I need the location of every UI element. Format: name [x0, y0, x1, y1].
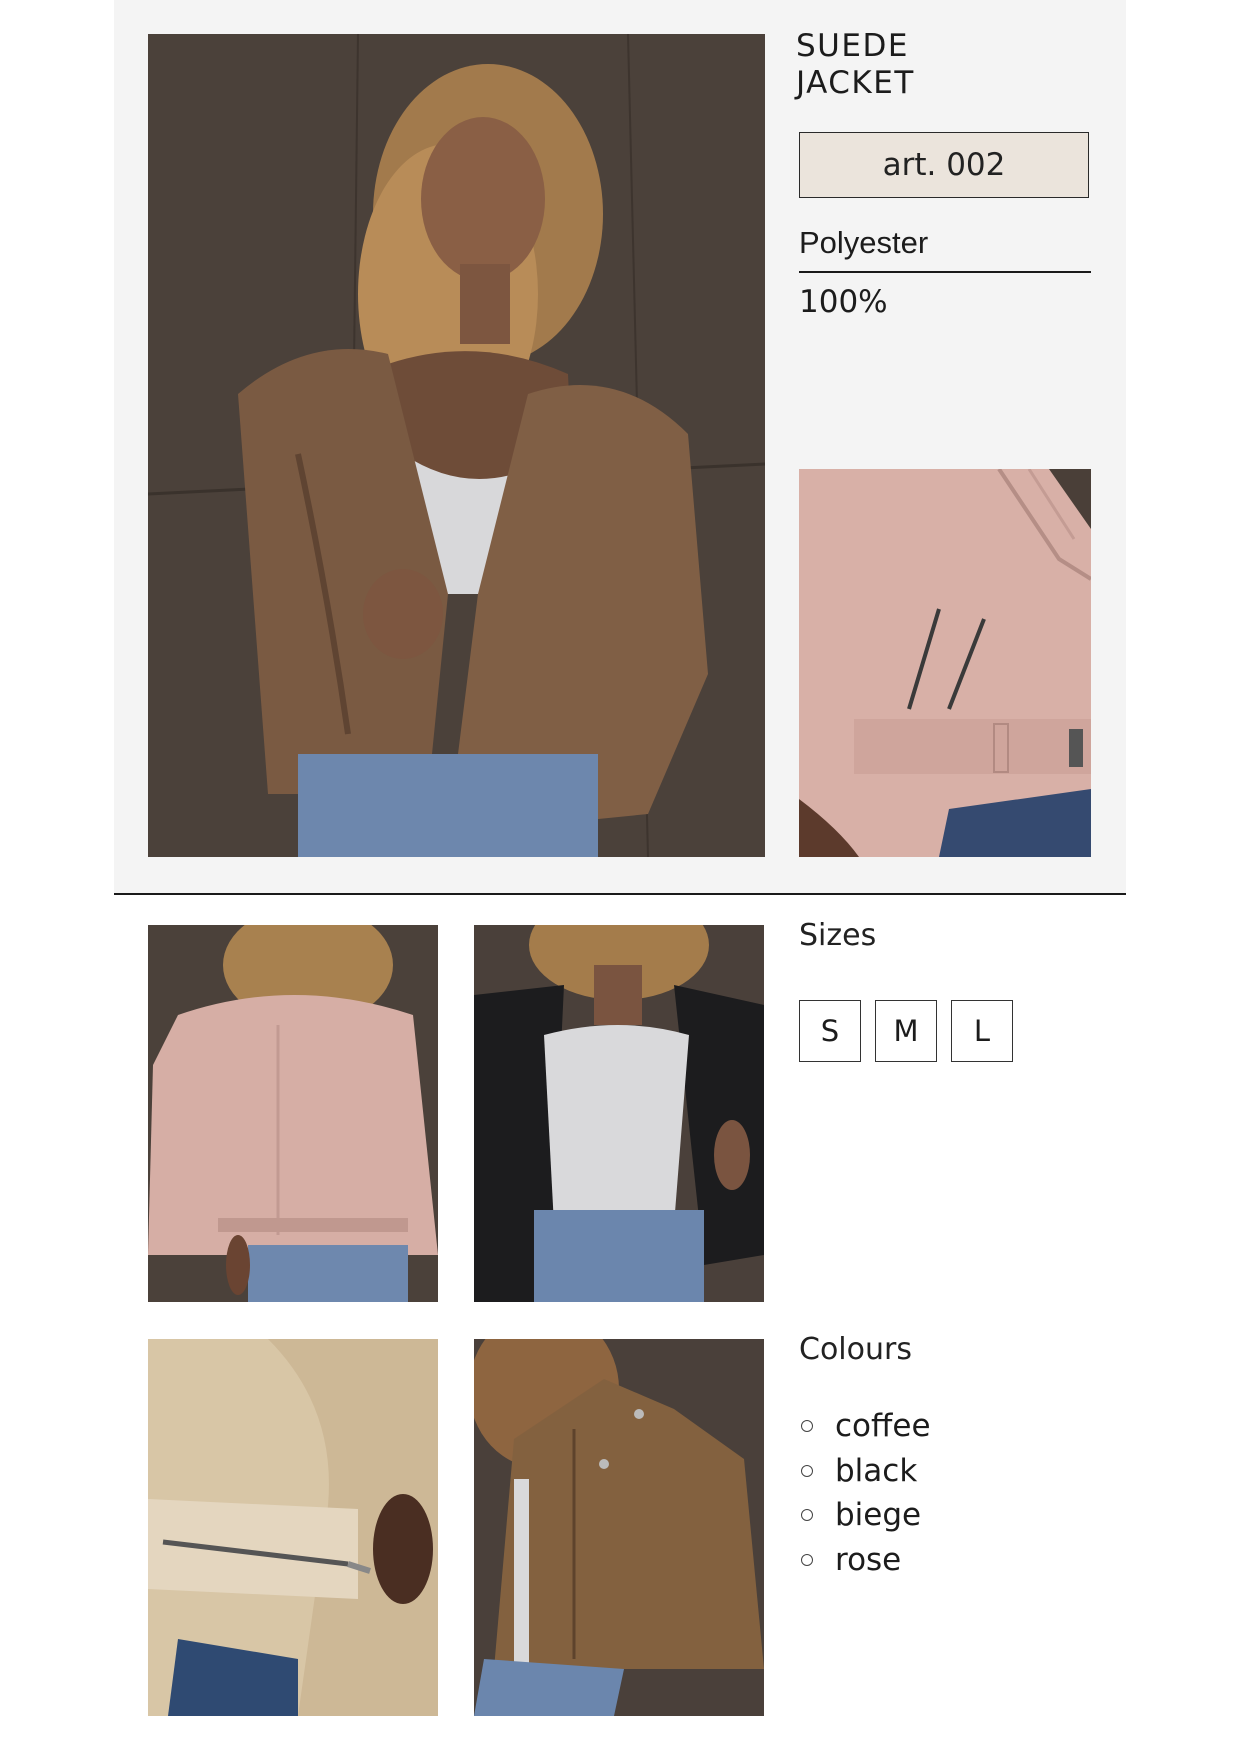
bullet-icon — [801, 1509, 813, 1522]
colour-option-label: black — [835, 1452, 918, 1489]
black-jacket-photo[interactable] — [474, 925, 764, 1302]
colour-option-label: biege — [835, 1497, 922, 1534]
product-title: SUEDE JACKET — [796, 28, 915, 102]
back-photo-image — [148, 925, 438, 1302]
sleeve-photo-image — [148, 1339, 438, 1716]
colour-options: coffee black biege rose — [799, 1404, 931, 1582]
coffee-jacket-photo[interactable] — [474, 1339, 764, 1716]
size-option-m[interactable]: M — [875, 1000, 937, 1062]
colour-option-label: rose — [835, 1541, 902, 1578]
back-photo[interactable] — [148, 925, 438, 1302]
colour-option-black[interactable]: black — [799, 1449, 931, 1494]
colours-label: Colours — [799, 1332, 912, 1367]
main-photo-image — [148, 34, 765, 857]
sizes-label: Sizes — [799, 918, 877, 953]
colour-option-rose[interactable]: rose — [799, 1538, 931, 1583]
colour-option-coffee[interactable]: coffee — [799, 1404, 931, 1449]
bullet-icon — [801, 1553, 813, 1566]
material-name: Polyester — [799, 225, 1091, 273]
main-photo[interactable] — [148, 34, 765, 857]
product-title-line2: JACKET — [796, 65, 915, 101]
detail-photo-image — [799, 469, 1091, 857]
article-number: art. 002 — [799, 132, 1089, 198]
colour-option-biege[interactable]: biege — [799, 1493, 931, 1538]
colour-option-label: coffee — [835, 1408, 931, 1445]
size-option-l[interactable]: L — [951, 1000, 1013, 1062]
material-percent: 100% — [799, 284, 888, 320]
detail-photo[interactable] — [799, 469, 1091, 857]
black-jacket-photo-image — [474, 925, 764, 1302]
size-options: S M L — [799, 1000, 1013, 1062]
section-divider — [114, 893, 1126, 895]
size-option-s[interactable]: S — [799, 1000, 861, 1062]
bullet-icon — [801, 1464, 813, 1477]
sleeve-photo[interactable] — [148, 1339, 438, 1716]
coffee-jacket-photo-image — [474, 1339, 764, 1716]
bullet-icon — [801, 1420, 813, 1433]
product-title-line1: SUEDE — [796, 28, 909, 64]
